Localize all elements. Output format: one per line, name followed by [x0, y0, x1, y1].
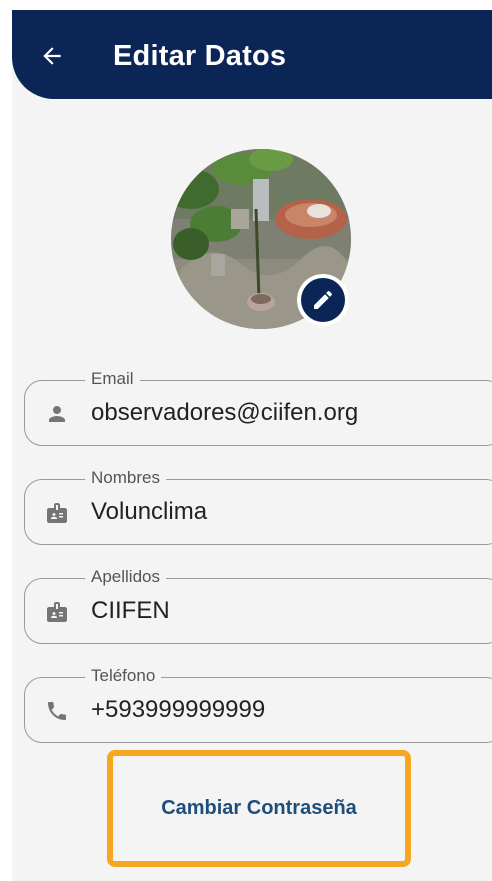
telefono-label: Teléfono — [85, 666, 162, 686]
id-badge-icon — [45, 600, 69, 624]
change-password-button[interactable]: Cambiar Contraseña — [107, 750, 411, 867]
arrow-left-icon — [43, 47, 61, 65]
edit-photo-circle — [301, 278, 345, 322]
back-button[interactable] — [34, 38, 70, 74]
nombres-field[interactable]: Nombres Volunclima — [24, 468, 492, 545]
nombres-label: Nombres — [85, 468, 166, 488]
pencil-icon — [314, 290, 333, 309]
apellidos-field[interactable]: Apellidos CIIFEN — [24, 567, 492, 644]
nombres-value: Volunclima — [91, 498, 208, 525]
telefono-value: +593999999999 — [91, 696, 266, 723]
apellidos-label: Apellidos — [85, 567, 166, 587]
email-field[interactable]: Email observadores@ciifen.org — [24, 369, 492, 446]
page-title: Editar Datos — [113, 40, 287, 72]
app-bar: Editar Datos — [12, 10, 492, 99]
apellidos-value: CIIFEN — [91, 597, 170, 624]
edit-profile-screen: Editar Datos Email observadores@ciifen.o… — [12, 10, 492, 881]
id-badge-icon — [45, 501, 69, 525]
telefono-field[interactable]: Teléfono +593999999999 — [24, 666, 492, 743]
email-value: observadores@ciifen.org — [91, 399, 359, 426]
person-icon — [45, 402, 69, 426]
edit-photo-button[interactable] — [297, 274, 349, 326]
phone-icon — [45, 699, 69, 723]
email-label: Email — [85, 369, 140, 389]
